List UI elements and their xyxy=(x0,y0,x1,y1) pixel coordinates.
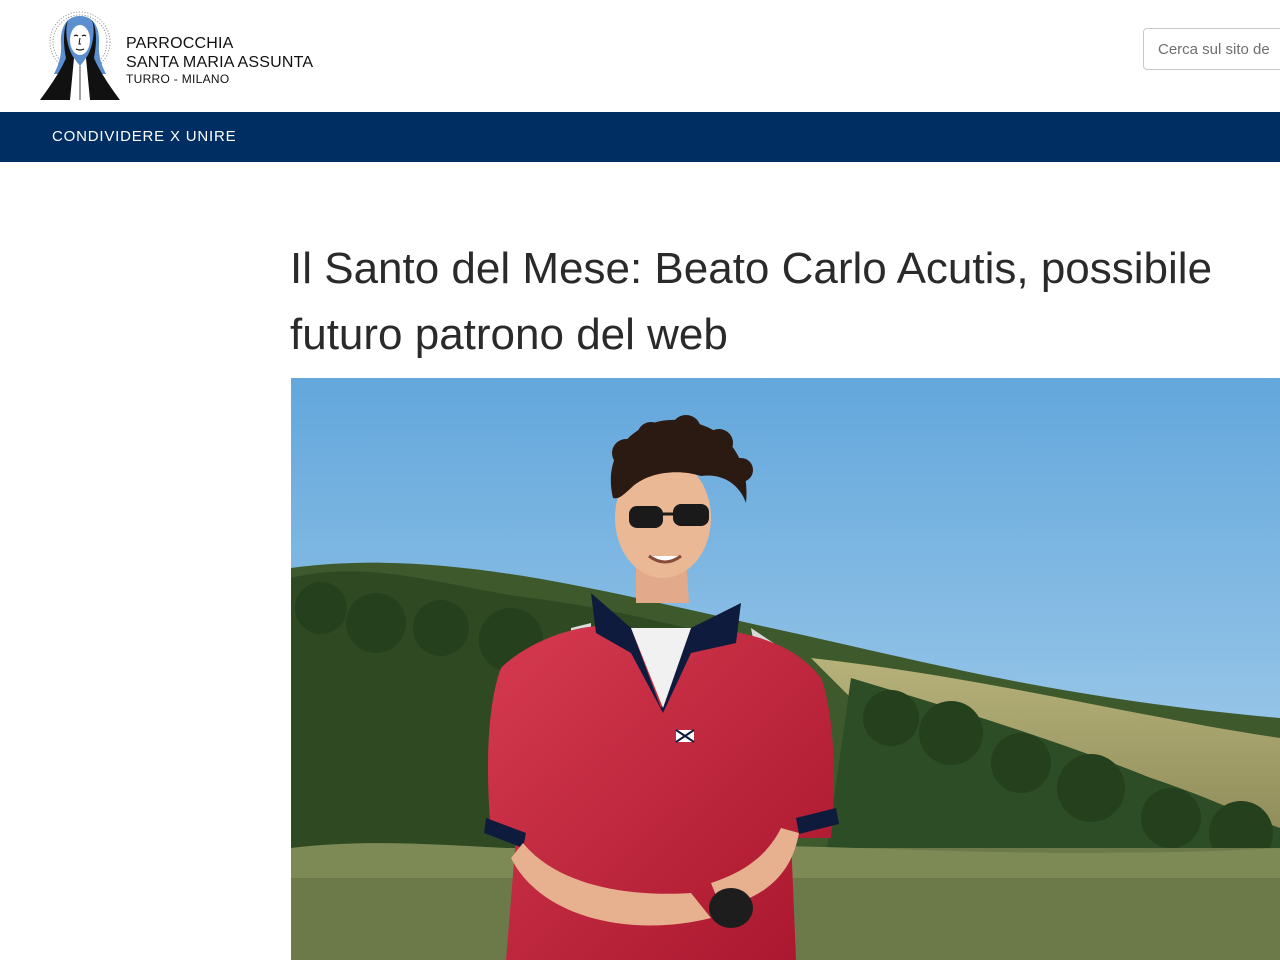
nav-item-condividere-x-unire[interactable]: CONDIVIDERE X UNIRE xyxy=(52,112,236,162)
site-search-input[interactable] xyxy=(1143,28,1280,70)
main-navigation-bar: CONDIVIDERE X UNIRE xyxy=(0,112,1280,162)
logo-title-line2: SANTA MARIA ASSUNTA xyxy=(126,54,314,71)
hero-photo xyxy=(291,378,1280,960)
logo-title-line1: PARROCCHIA xyxy=(126,35,234,52)
site-header: PARROCCHIA SANTA MARIA ASSUNTA TURRO - M… xyxy=(0,0,1280,112)
madonna-halo-icon xyxy=(40,11,120,100)
article-hero-image xyxy=(291,378,1280,960)
logo-text: PARROCCHIA SANTA MARIA ASSUNTA TURRO - M… xyxy=(126,34,313,86)
site-logo-link[interactable]: PARROCCHIA SANTA MARIA ASSUNTA TURRO - M… xyxy=(36,6,336,102)
article-title: Il Santo del Mese: Beato Carlo Acutis, p… xyxy=(290,244,1213,359)
logo-subtitle: TURRO - MILANO xyxy=(126,72,230,86)
